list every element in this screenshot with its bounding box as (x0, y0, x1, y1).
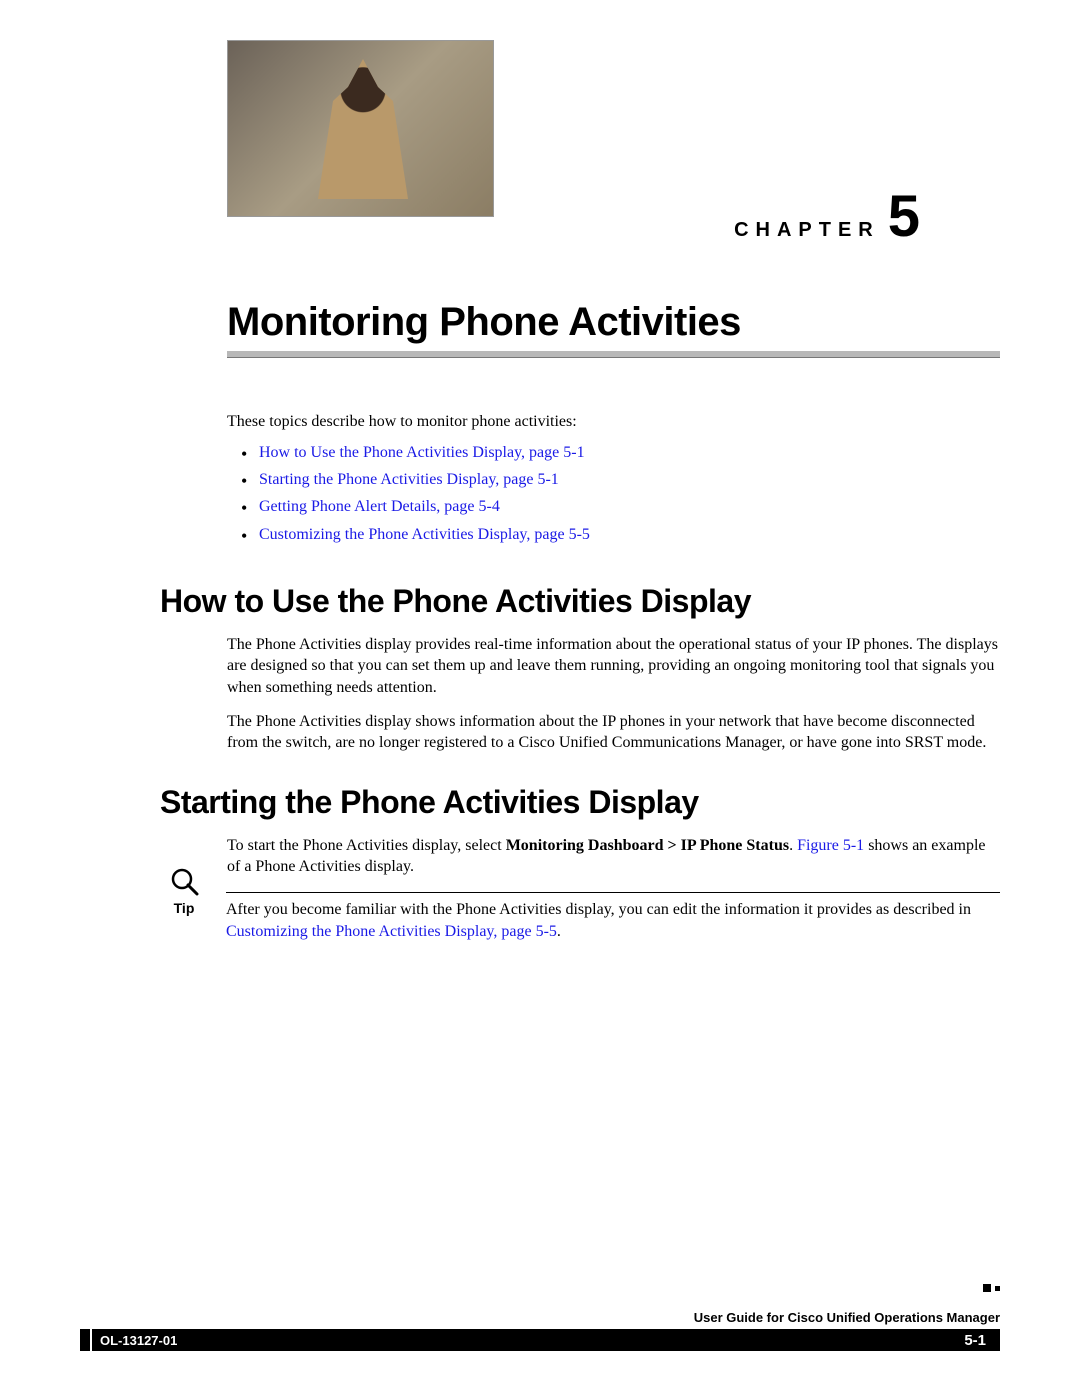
intro-paragraph: These topics describe how to monitor pho… (227, 413, 1000, 431)
tip-link[interactable]: Customizing the Phone Activities Display… (226, 923, 557, 940)
toc-item: How to Use the Phone Activities Display,… (259, 439, 1000, 466)
page: CHAPTER 5 Monitoring Phone Activities Th… (0, 0, 1080, 1397)
tip-icon: Tip (160, 864, 208, 916)
chapter-word: CHAPTER (734, 219, 880, 242)
tip-block: Tip After you become familiar with the P… (160, 892, 1000, 942)
figure-link[interactable]: Figure 5-1 (797, 837, 864, 854)
toc-item: Getting Phone Alert Details, page 5-4 (259, 493, 1000, 520)
tip-rule (226, 892, 1000, 893)
toc-list: How to Use the Phone Activities Display,… (227, 439, 1000, 548)
body-paragraph: To start the Phone Activities display, s… (227, 835, 1000, 878)
footer-pagenum: 5-1 (950, 1332, 1000, 1349)
body-paragraph: The Phone Activities display provides re… (227, 634, 1000, 699)
text-span: . (557, 923, 561, 940)
page-footer: User Guide for Cisco Unified Operations … (80, 1310, 1000, 1351)
title-rule (227, 351, 1000, 358)
toc-link[interactable]: How to Use the Phone Activities Display,… (259, 444, 585, 461)
toc-link[interactable]: Customizing the Phone Activities Display… (259, 526, 590, 543)
bold-command: Monitoring Dashboard > IP Phone Status (506, 837, 789, 854)
chapter-header: CHAPTER 5 (160, 40, 1000, 240)
chapter-title: Monitoring Phone Activities (227, 300, 1000, 345)
body-paragraph: The Phone Activities display shows infor… (227, 711, 1000, 754)
section-heading-starting: Starting the Phone Activities Display (160, 784, 1000, 821)
tip-text: After you become familiar with the Phone… (226, 899, 1000, 942)
footer-bar: OL-13127-01 5-1 (80, 1329, 1000, 1351)
text-span: After you become familiar with the Phone… (226, 901, 971, 918)
chapter-label-line: CHAPTER 5 (734, 192, 920, 242)
toc-link[interactable]: Starting the Phone Activities Display, p… (259, 471, 559, 488)
toc-link[interactable]: Getting Phone Alert Details, page 5-4 (259, 498, 500, 515)
section-heading-how-to-use: How to Use the Phone Activities Display (160, 583, 1000, 620)
footer-guide-title: User Guide for Cisco Unified Operations … (80, 1310, 1000, 1325)
chapter-photo (227, 40, 494, 217)
footer-marks (983, 1284, 1000, 1292)
footer-docnum: OL-13127-01 (90, 1329, 177, 1351)
chapter-number: 5 (888, 192, 920, 241)
text-span: To start the Phone Activities display, s… (227, 837, 506, 854)
toc-item: Customizing the Phone Activities Display… (259, 521, 1000, 548)
tip-label: Tip (160, 900, 208, 916)
toc-item: Starting the Phone Activities Display, p… (259, 466, 1000, 493)
text-span: . (789, 837, 797, 854)
